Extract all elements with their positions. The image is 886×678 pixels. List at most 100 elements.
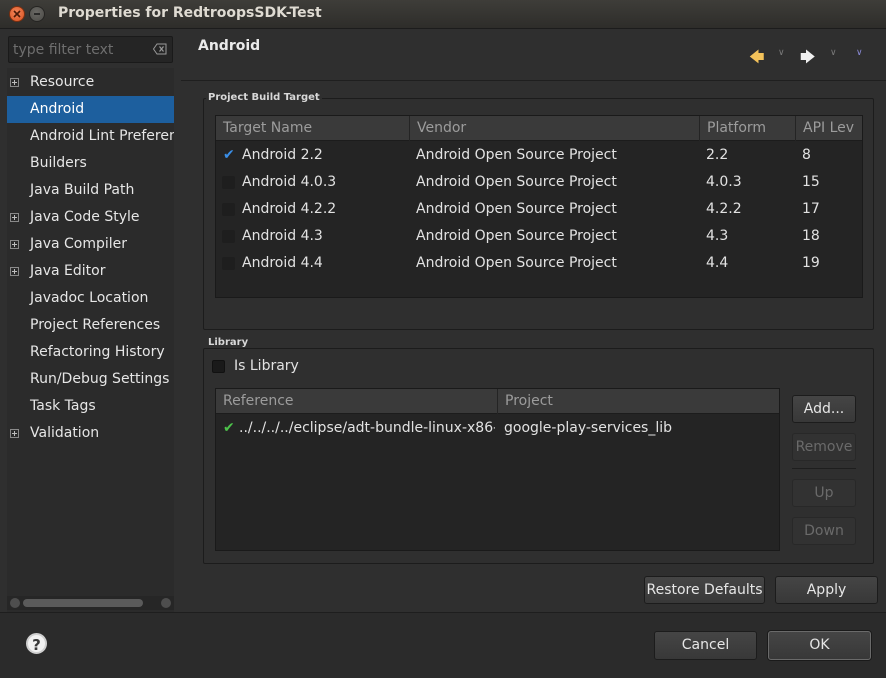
build-target-label: Project Build Target — [206, 92, 322, 103]
table-row[interactable]: Android 4.4 Android Open Source Project 4.… — [216, 250, 862, 277]
column-header-target-name[interactable]: Target Name — [216, 116, 409, 141]
title-bar: Properties for RedtroopsSDK-Test — [0, 0, 886, 29]
arrow-left-icon[interactable]: 🡄 — [749, 47, 765, 72]
sidebar-item[interactable]: Run/Debug Settings — [7, 366, 174, 393]
table-header: Target Name Vendor Platform API Lev — [216, 116, 862, 141]
restore-defaults-button[interactable]: Restore Defaults — [644, 576, 765, 604]
library-table[interactable]: Reference Project ✔ ../../../../eclipse/a… — [215, 388, 780, 551]
apply-button[interactable]: Apply — [775, 576, 878, 604]
cell-platform: 4.4 — [706, 255, 729, 271]
tree-horizontal-scrollbar[interactable] — [7, 596, 174, 610]
cell-name: Android 4.3 — [242, 228, 323, 244]
cell-reference: ../../../../eclipse/adt-bundle-linux-x86… — [239, 420, 495, 436]
sidebar-item[interactable]: Validation — [7, 420, 174, 447]
scroll-right-icon[interactable] — [161, 598, 171, 608]
sidebar-item[interactable]: Javadoc Location — [7, 285, 174, 312]
sidebar-item-label: Java Compiler — [30, 236, 128, 252]
button-separator — [792, 468, 856, 469]
arrow-right-icon[interactable]: 🡆 — [800, 47, 816, 72]
up-button[interactable]: Up — [792, 479, 856, 507]
sidebar-item-label: Android Lint Preferen — [30, 128, 174, 144]
page-title: Android — [198, 38, 261, 54]
minimize-window-button[interactable] — [29, 6, 45, 22]
table-row[interactable]: Android 4.3 Android Open Source Project 4.… — [216, 223, 862, 250]
table-row[interactable]: Android 4.0.3 Android Open Source Project… — [216, 169, 862, 196]
target-checkbox[interactable] — [222, 257, 235, 270]
table-header: Reference Project — [216, 389, 779, 414]
sidebar-item-label: Builders — [30, 155, 87, 171]
cell-platform: 4.0.3 — [706, 174, 742, 190]
cancel-button[interactable]: Cancel — [654, 631, 757, 660]
sidebar-item[interactable]: Project References — [7, 312, 174, 339]
library-label: Library — [206, 337, 251, 348]
view-menu-icon[interactable]: ∨ — [856, 48, 863, 58]
expand-icon[interactable] — [10, 429, 19, 438]
scrollbar-thumb[interactable] — [23, 599, 143, 607]
down-button[interactable]: Down — [792, 517, 856, 545]
expand-icon[interactable] — [10, 240, 19, 249]
cell-name: Android 4.4 — [242, 255, 323, 271]
sidebar-item-label: Android — [30, 101, 85, 117]
sidebar-item[interactable]: Java Build Path — [7, 177, 174, 204]
remove-button[interactable]: Remove — [792, 433, 856, 461]
column-header-vendor[interactable]: Vendor — [409, 116, 699, 141]
cell-platform: 4.3 — [706, 228, 729, 244]
filter-field[interactable] — [8, 36, 173, 63]
target-checkbox[interactable] — [222, 203, 235, 216]
cell-api: 18 — [802, 228, 820, 244]
sidebar-item[interactable]: Java Code Style — [7, 204, 174, 231]
clear-filter-icon[interactable] — [153, 43, 167, 55]
cell-name: Android 4.0.3 — [242, 174, 337, 190]
sidebar-item[interactable]: Java Editor — [7, 258, 174, 285]
sidebar-item[interactable]: Task Tags — [7, 393, 174, 420]
check-icon[interactable]: ✔ — [223, 142, 235, 169]
build-target-table[interactable]: Target Name Vendor Platform API Lev ✔ And… — [215, 115, 863, 298]
table-row[interactable]: Android 4.2.2 Android Open Source Project… — [216, 196, 862, 223]
table-row[interactable]: ✔ Android 2.2 Android Open Source Project 2… — [216, 142, 862, 169]
help-icon[interactable]: ? — [26, 633, 47, 654]
target-checkbox[interactable] — [222, 230, 235, 243]
cell-vendor: Android Open Source Project — [416, 201, 617, 217]
expand-icon[interactable] — [10, 213, 19, 222]
sidebar-item-label: Resource — [30, 74, 95, 90]
cell-vendor: Android Open Source Project — [416, 255, 617, 271]
chevron-down-icon[interactable]: ∨ — [778, 48, 785, 58]
sidebar-item[interactable]: Android — [7, 96, 174, 123]
cell-name: Android 2.2 — [242, 147, 323, 163]
cell-name: Android 4.2.2 — [242, 201, 337, 217]
sidebar-item-label: Task Tags — [30, 398, 96, 414]
scroll-left-icon[interactable] — [10, 598, 20, 608]
is-library-checkbox[interactable] — [212, 360, 225, 373]
expand-icon[interactable] — [10, 78, 19, 87]
is-library-label[interactable]: Is Library — [234, 358, 299, 374]
close-window-button[interactable] — [9, 6, 25, 22]
ok-button[interactable]: OK — [768, 631, 871, 660]
sidebar-item-label: Java Code Style — [30, 209, 140, 225]
target-checkbox[interactable] — [222, 176, 235, 189]
chevron-down-icon[interactable]: ∨ — [830, 48, 837, 58]
preference-tree[interactable]: Resource Android Android Lint Preferen Buil… — [7, 68, 174, 612]
sidebar-item-label: Java Build Path — [30, 182, 135, 198]
column-header-platform[interactable]: Platform — [699, 116, 795, 141]
sidebar-item[interactable]: Java Compiler — [7, 231, 174, 258]
sidebar-item[interactable]: Builders — [7, 150, 174, 177]
sidebar-item[interactable]: Refactoring History — [7, 339, 174, 366]
table-row[interactable]: ✔ ../../../../eclipse/adt-bundle-linux-x8… — [216, 415, 779, 442]
column-header-project[interactable]: Project — [497, 389, 779, 414]
add-button[interactable]: Add... — [792, 395, 856, 423]
sidebar-item[interactable]: Android Lint Preferen — [7, 123, 174, 150]
cell-vendor: Android Open Source Project — [416, 228, 617, 244]
sidebar-item[interactable]: Resource — [7, 69, 174, 96]
cell-platform: 2.2 — [706, 147, 729, 163]
filter-input[interactable] — [13, 40, 143, 60]
check-icon: ✔ — [223, 420, 235, 436]
sidebar-item-label: Validation — [30, 425, 100, 441]
window-title: Properties for RedtroopsSDK-Test — [58, 5, 322, 21]
expand-icon[interactable] — [10, 267, 19, 276]
sidebar-item-label: Refactoring History — [30, 344, 165, 360]
sidebar-item-label: Project References — [30, 317, 161, 333]
column-header-api-level[interactable]: API Lev — [795, 116, 862, 141]
header-divider — [181, 80, 886, 81]
minimize-icon — [34, 13, 40, 15]
column-header-reference[interactable]: Reference — [216, 389, 497, 414]
